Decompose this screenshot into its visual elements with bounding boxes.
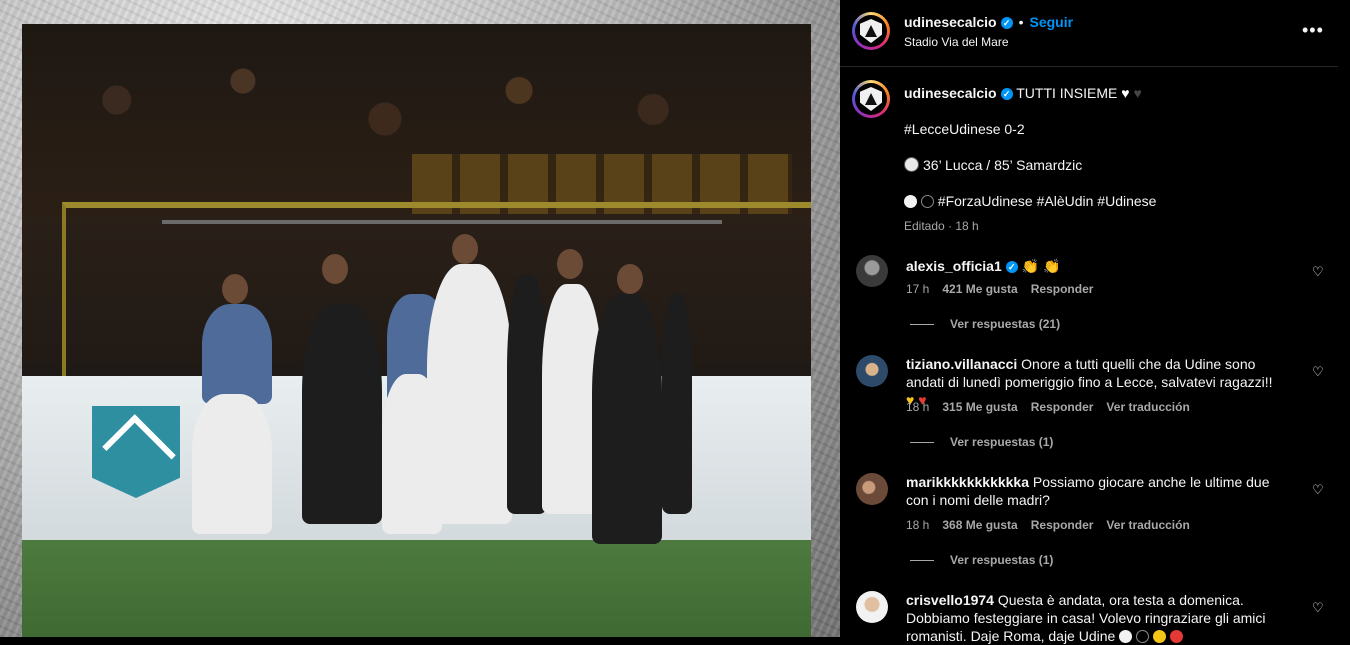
comment-likes[interactable]: 421 Me gusta [942,282,1017,296]
player-head [322,254,348,284]
comment-meta: 17 h 421 Me gusta Responder [906,282,1106,296]
commenter-username[interactable]: crisvello1974 [906,592,994,608]
commenter-avatar[interactable] [856,591,888,623]
player-head [557,249,583,279]
player-figure [192,394,272,534]
comment-likes[interactable]: 315 Me gusta [942,400,1017,414]
commenter-avatar[interactable] [856,473,888,505]
post-header: udinesecalcio ✓ • Seguir [904,14,1073,30]
header-separator: • [1018,14,1024,30]
like-comment-heart-icon[interactable]: ♡ [1312,264,1324,280]
post-photo[interactable] [22,24,811,637]
caption-tags-line: #ForzaUdinese #AlèUdin #Udinese [904,192,1324,210]
like-comment-heart-icon[interactable]: ♡ [1312,600,1324,616]
player-figure [592,294,662,544]
commenter-username[interactable]: tiziano.villanacci [906,356,1017,372]
comment-text: 👏 👏 [1021,258,1061,274]
follow-button[interactable]: Seguir [1030,14,1074,30]
post-location[interactable]: Stadio Via del Mare [904,35,1009,49]
player-head [222,274,248,304]
caption-scorers: 36’ Lucca / 85’ Samardzic [923,157,1083,173]
photo-players-group [162,194,722,554]
black-heart-icon: ♥ [1133,85,1142,101]
player-figure [507,274,547,514]
commenter-username[interactable]: alexis_officia1 [906,258,1002,274]
replies-line [910,324,934,326]
header-divider [840,66,1338,67]
white-circle-icon [904,195,917,208]
verified-badge-icon: ✓ [1000,88,1013,101]
comment-time[interactable]: 17 h [906,282,929,296]
account-username[interactable]: udinesecalcio [904,14,997,30]
comment-time[interactable]: 18 h [906,518,929,532]
comment-meta: 18 h 368 Me gusta Responder Ver traducción [906,518,1203,532]
account-avatar[interactable] [852,12,890,50]
edited-label: Editado · 18 h [904,219,979,233]
udinese-crest-icon [860,87,882,111]
post-details-panel: udinesecalcio ✓ • Seguir Stadio Via del Mar… [840,0,1350,644]
verified-badge-icon: ✓ [1005,261,1018,274]
caption-username[interactable]: udinesecalcio [904,85,997,101]
commenter-avatar[interactable] [856,255,888,287]
player-figure [427,264,512,524]
caption-hashtag-line[interactable]: #LecceUdinese 0-2 [904,120,1324,138]
translate-button[interactable]: Ver traducción [1106,400,1189,414]
reply-button[interactable]: Responder [1031,518,1094,532]
reply-button[interactable]: Responder [1031,282,1094,296]
commenter-username[interactable]: marikkkkkkkkkkka [906,474,1029,490]
photo-pitch [22,540,811,637]
caption-avatar[interactable] [852,80,890,118]
view-replies-label: Ver respuestas (1) [950,435,1054,449]
view-replies-label: Ver respuestas (21) [950,317,1061,331]
player-head [617,264,643,294]
caption-tags[interactable]: #ForzaUdinese #AlèUdin #Udinese [938,193,1157,209]
player-head [452,234,478,264]
post-caption: udinesecalcio ✓ TUTTI INSIEME ♥ ♥ #LecceU… [904,84,1324,235]
comment-body: alexis_officia1 ✓ 👏 👏 [906,257,1276,275]
white-heart-icon: ♥ [1121,85,1130,101]
caption-scorers-line: 36’ Lucca / 85’ Samardzic [904,156,1324,174]
udinese-crest-icon [860,19,882,43]
comment-meta: 18 h 315 Me gusta Responder Ver traducción [906,400,1203,414]
more-options-icon[interactable]: ••• [1302,20,1324,41]
view-replies-button[interactable]: Ver respuestas (1) [910,435,1053,449]
caption-line: udinesecalcio ✓ TUTTI INSIEME ♥ ♥ [904,84,1324,102]
commenter-avatar[interactable] [856,355,888,387]
like-comment-heart-icon[interactable]: ♡ [1312,364,1324,380]
comment-likes[interactable]: 368 Me gusta [942,518,1017,532]
comment-time[interactable]: 18 h [906,400,929,414]
replies-line [910,442,934,444]
soccer-ball-icon [904,157,919,172]
reply-button[interactable]: Responder [1031,400,1094,414]
verified-badge-icon: ✓ [1000,17,1013,30]
player-figure [202,304,272,404]
view-replies-label: Ver respuestas (1) [950,553,1054,567]
avatar-inner [855,83,887,115]
replies-line [910,560,934,562]
like-comment-heart-icon[interactable]: ♡ [1312,482,1324,498]
comment-body: marikkkkkkkkkkka Possiamo giocare anche … [906,473,1276,509]
view-replies-button[interactable]: Ver respuestas (21) [910,317,1060,331]
player-figure [302,304,382,524]
translate-button[interactable]: Ver traducción [1106,518,1189,532]
photo-backdrop [0,0,840,637]
caption-text: TUTTI INSIEME [1016,85,1118,101]
view-replies-button[interactable]: Ver respuestas (1) [910,553,1053,567]
player-figure [662,294,692,514]
avatar-inner [855,15,887,47]
black-circle-icon [920,195,934,208]
